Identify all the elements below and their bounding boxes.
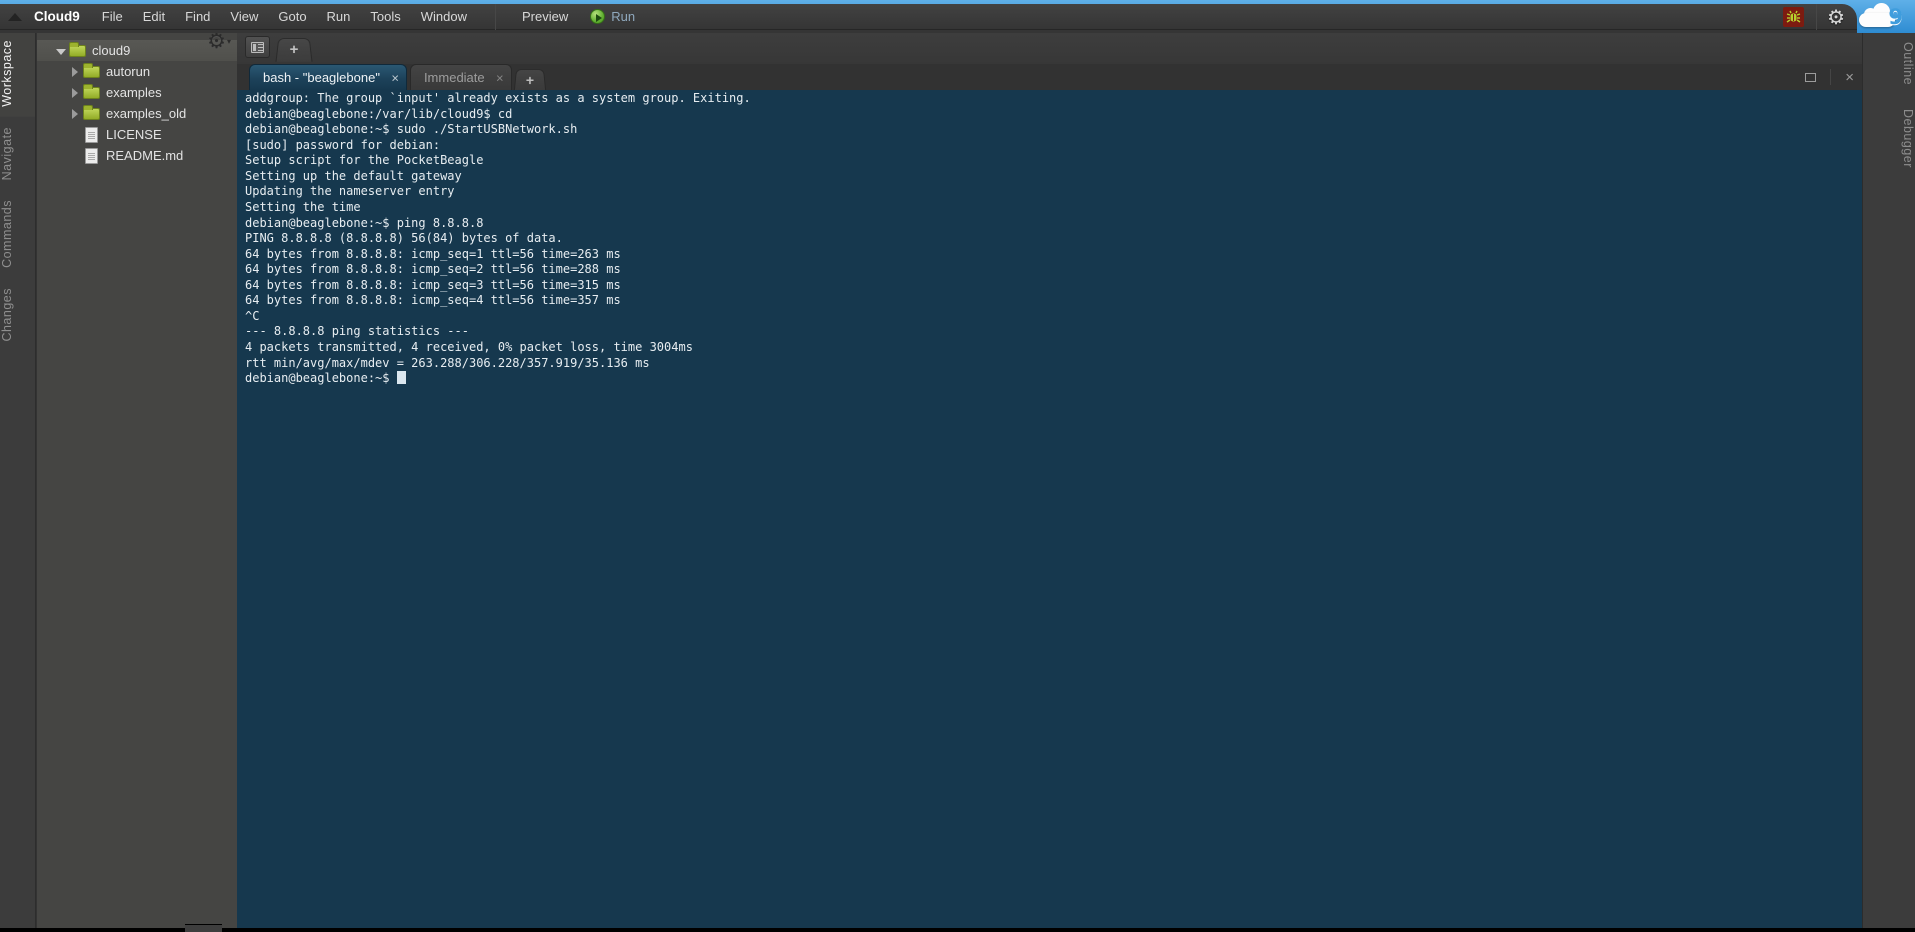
tree-settings-button[interactable]: ⚙ ▾ [207,31,231,52]
tree-item-label: LICENSE [106,127,162,142]
sidebar-item-changes[interactable]: Changes [0,278,35,352]
topbar-right-icons: ⚙ [1783,4,1851,30]
tree-row-autorun[interactable]: autorun [37,61,237,82]
console-pane: + bash - "beaglebone" × Immediate × + × add… [237,30,1862,932]
new-pane-button[interactable]: + [275,38,312,62]
menu-file[interactable]: File [92,4,133,30]
bottom-edge-bar [0,928,1915,932]
collapse-arrow-icon[interactable] [69,87,81,99]
preview-button[interactable]: Preview [510,4,580,30]
bug-icon [1786,10,1801,24]
terminal-output[interactable]: addgroup: The group `input' already exis… [245,91,1862,387]
menubar-fill [0,30,1857,33]
collapse-arrow-icon[interactable] [69,66,81,78]
sidebar-item-commands[interactable]: Commands [0,190,35,278]
terminal-cursor [397,371,406,384]
menu-bar: Cloud9 FileEditFindViewGotoRunToolsWindo… [0,4,1857,30]
tab-label: bash - "beaglebone" [263,70,380,85]
menu-window[interactable]: Window [411,4,477,30]
collapse-arrow-icon[interactable] [69,108,81,120]
tree-spacer [69,150,81,162]
menu-goto[interactable]: Goto [268,4,316,30]
terminal[interactable]: addgroup: The group `input' already exis… [237,90,1862,932]
run-play-icon [590,9,605,24]
menu-find[interactable]: Find [175,4,220,30]
tab-close-icon[interactable]: × [496,71,504,84]
tab-bash-beaglebone-[interactable]: bash - "beaglebone" × [249,64,407,90]
cloud9-nine-glyph: 9 [1888,5,1903,29]
gear-icon: ⚙ [207,31,226,52]
tree-item-label: examples [106,85,162,100]
menubar-items: FileEditFindViewGotoRunToolsWindow [92,4,477,30]
settings-gear-button[interactable]: ⚙ [1827,7,1845,27]
tab-immediate[interactable]: Immediate × [410,64,512,90]
tab-label: Immediate [424,70,485,85]
topbar-right-divider [1816,4,1817,30]
menu-run[interactable]: Run [317,4,361,30]
expand-arrow-icon[interactable] [55,45,67,57]
tree-row-license[interactable]: LICENSE [37,124,237,145]
folder-icon [83,87,100,99]
tree-item-label: autorun [106,64,150,79]
tree-row-examples[interactable]: examples [37,82,237,103]
cloud9-logo[interactable]: 9 [1859,5,1905,29]
cloud9-ide-window: Cloud9 FileEditFindViewGotoRunToolsWindo… [0,0,1915,932]
menu-tools[interactable]: Tools [360,4,410,30]
file-tree: cloud9 autorun examples examples_old LICENSE… [37,40,237,166]
tree-item-label: README.md [106,148,183,163]
tabbar-divider [1830,69,1831,85]
sidebar-item-outline[interactable]: Outline [1863,30,1915,97]
console-tabbar: bash - "beaglebone" × Immediate × + × [237,64,1862,90]
run-button[interactable]: Run [580,9,645,24]
new-tab-button[interactable]: + [513,69,545,91]
run-button-label: Run [611,9,635,24]
tree-item-label: examples_old [106,106,186,121]
console-menu-button[interactable] [245,36,270,58]
collapse-menubar-button[interactable] [0,4,30,30]
tabbar-right-controls: × [1805,64,1854,90]
app-logo-text: Cloud9 [30,9,92,24]
folder-icon [83,66,100,78]
folder-icon [83,108,100,120]
tabs: bash - "beaglebone" × Immediate × [237,64,515,90]
chevron-down-icon: ▾ [227,37,231,46]
file-icon [85,148,98,164]
tree-row-readme.md[interactable]: README.md [37,145,237,166]
left-dock-strip: WorkspaceNavigateCommandsChanges [0,30,36,932]
tab-close-icon[interactable]: × [391,71,399,84]
bug-report-button[interactable] [1783,7,1804,27]
triangle-up-icon [8,13,22,21]
file-icon [85,127,98,143]
console-list-icon [251,42,264,53]
workspace-file-tree-panel: ⚙ ▾ cloud9 autorun examples examples_old LIC… [37,30,237,932]
tree-row-examples_old[interactable]: examples_old [37,103,237,124]
tree-spacer [69,129,81,141]
sidebar-item-workspace[interactable]: Workspace [0,30,35,117]
tree-item-label: cloud9 [92,43,130,58]
editor-header: + [237,30,1862,64]
menu-view[interactable]: View [220,4,268,30]
sidebar-item-debugger[interactable]: Debugger [1863,97,1915,180]
close-pane-icon[interactable]: × [1845,70,1854,85]
folder-icon [69,45,86,57]
sidebar-item-navigate[interactable]: Navigate [0,117,35,190]
menubar-divider [495,4,496,30]
right-dock-strip: OutlineDebugger [1862,30,1915,932]
menu-edit[interactable]: Edit [133,4,175,30]
maximize-pane-icon[interactable] [1805,73,1816,82]
bottom-resize-handle[interactable] [185,924,222,932]
